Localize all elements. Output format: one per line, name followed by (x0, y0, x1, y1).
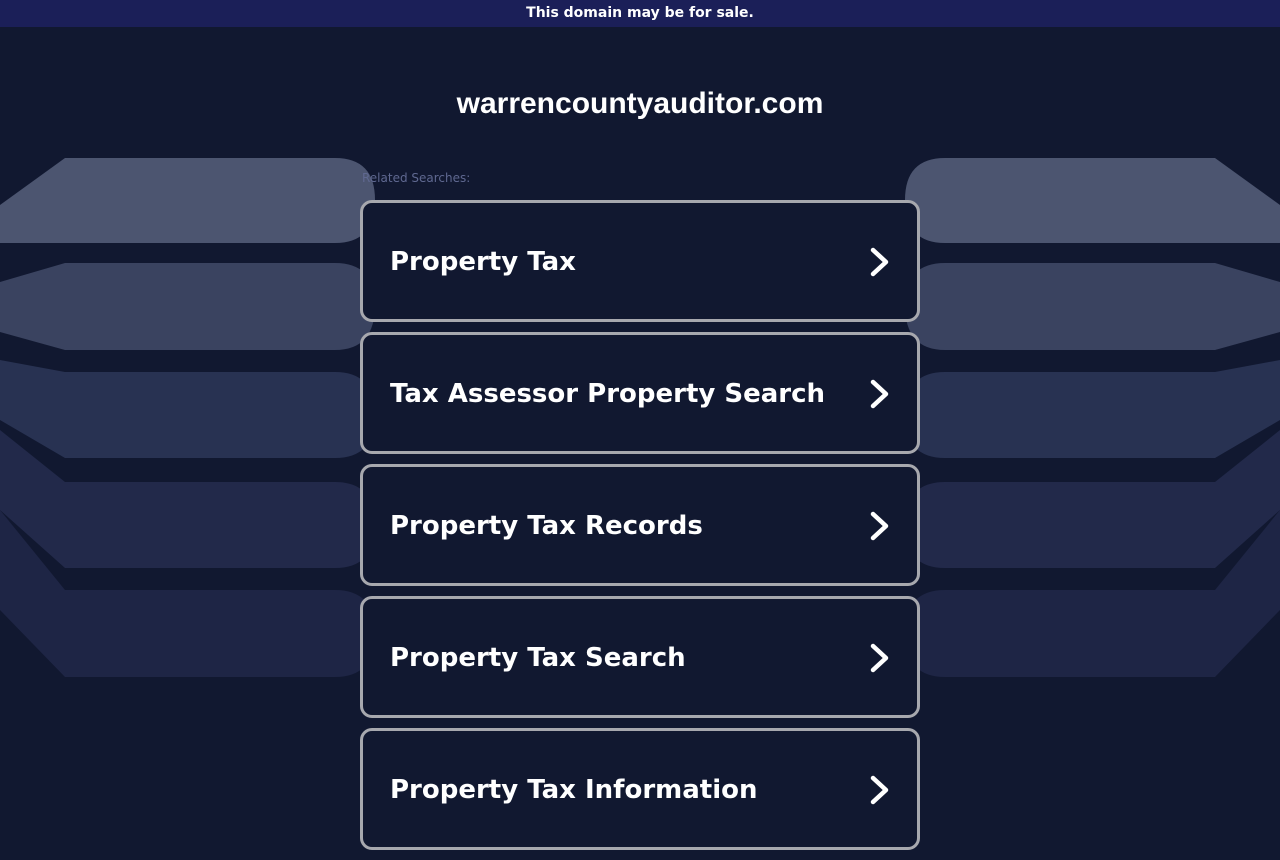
search-link-property-tax-information[interactable]: Property Tax Information (360, 728, 920, 850)
search-link-label: Property Tax (390, 247, 576, 277)
search-link-property-tax-search[interactable]: Property Tax Search (360, 596, 920, 718)
search-link-property-tax[interactable]: Property Tax (360, 200, 920, 322)
chevron-right-icon (870, 247, 889, 277)
search-link-label: Property Tax Records (390, 511, 703, 541)
chevron-right-icon (870, 643, 889, 673)
for-sale-banner[interactable]: This domain may be for sale. (0, 0, 1280, 27)
search-link-label: Property Tax Information (390, 775, 758, 805)
right-band-1 (905, 158, 1280, 243)
search-link-property-tax-records[interactable]: Property Tax Records (360, 464, 920, 586)
left-band-3 (0, 360, 375, 458)
chevron-right-icon (870, 511, 889, 541)
domain-title: warrencountyauditor.com (456, 87, 824, 120)
related-searches-list: Property Tax Tax Assessor Property Searc… (360, 200, 920, 860)
right-band-2 (905, 263, 1280, 350)
chevron-right-icon (870, 379, 889, 409)
chevron-right-icon (870, 775, 889, 805)
left-band-2 (0, 263, 375, 350)
search-link-tax-assessor-property-search[interactable]: Tax Assessor Property Search (360, 332, 920, 454)
related-searches-label: Related Searches: (362, 171, 471, 185)
right-band-3 (905, 360, 1280, 458)
search-link-label: Tax Assessor Property Search (390, 379, 826, 409)
search-link-label: Property Tax Search (390, 643, 686, 673)
left-band-1 (0, 158, 375, 243)
